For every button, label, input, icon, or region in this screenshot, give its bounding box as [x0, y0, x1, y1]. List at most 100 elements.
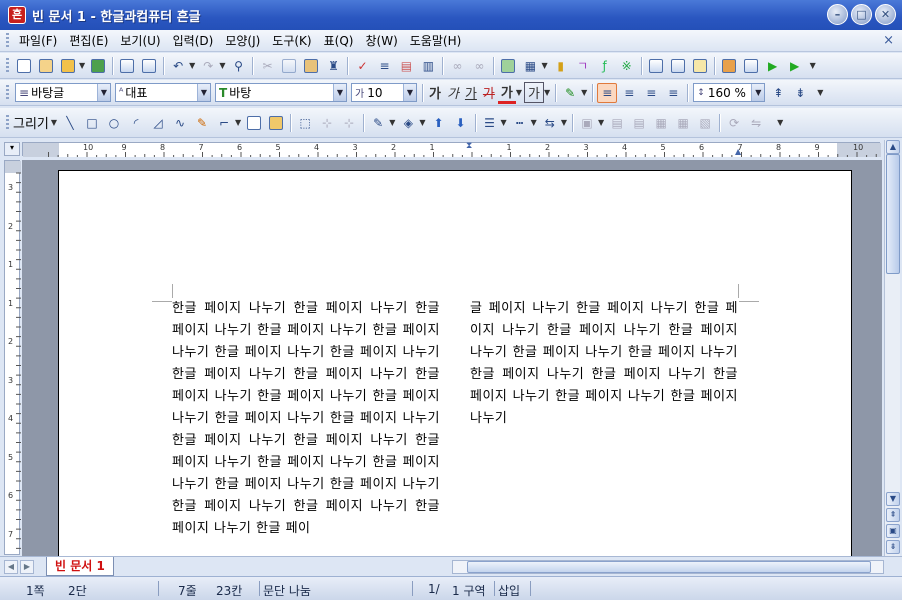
cut-icon[interactable]: ✂ — [257, 56, 277, 76]
scroll-up-icon[interactable]: ▲ — [886, 140, 900, 154]
close-window-button[interactable]: ✕ — [875, 4, 896, 25]
align-center-icon[interactable]: ≡ — [641, 83, 661, 103]
text-align-icon[interactable]: ≡ — [374, 56, 394, 76]
menu-window[interactable]: 창(W) — [359, 32, 403, 49]
presentation-icon[interactable] — [741, 56, 761, 76]
spell-check-icon[interactable]: ✓ — [352, 56, 372, 76]
toolbar-grip-icon[interactable] — [6, 32, 9, 49]
formula-icon[interactable]: ƒ — [595, 56, 615, 76]
arc-tool-icon[interactable]: ◜ — [126, 113, 146, 133]
toolbar-grip-icon[interactable] — [6, 114, 9, 131]
rotate-icon[interactable]: ⟳ — [724, 113, 744, 133]
find-icon[interactable]: ⚲ — [228, 56, 248, 76]
font-color-button[interactable]: 가 — [497, 82, 516, 104]
align-right-icon[interactable]: ≡ — [663, 83, 683, 103]
maximize-button[interactable]: □ — [851, 4, 872, 25]
style-select[interactable]: ≡ 바탕글 ▼ — [15, 83, 111, 102]
insert-table-icon[interactable]: ▦ — [520, 56, 540, 76]
minimize-button[interactable]: – — [827, 4, 848, 25]
symbol-icon[interactable]: ※ — [617, 56, 637, 76]
save-icon[interactable] — [88, 56, 108, 76]
language-select[interactable]: ᴬ 대표 ▼ — [115, 83, 211, 102]
align-objects-icon[interactable]: ▤ — [607, 113, 627, 133]
undo-icon[interactable]: ↶ — [168, 56, 188, 76]
ellipse-tool-icon[interactable]: ○ — [104, 113, 124, 133]
tab-next-icon[interactable]: ▶ — [20, 560, 34, 574]
menu-insert[interactable]: 입력(D) — [167, 32, 220, 49]
char-shade-button[interactable]: 가 — [524, 82, 544, 103]
align-left-icon[interactable]: ≡ — [619, 83, 639, 103]
toolbar-grip-icon[interactable] — [6, 84, 9, 101]
text-column-1[interactable]: 한글 페이지 나누기 한글 페이지 나누기 한글 페이지 나누기 한글 페이지 … — [172, 298, 440, 540]
chevron-down-icon[interactable]: ▼ — [333, 84, 346, 101]
scroll-down-icon[interactable]: ▼ — [886, 492, 900, 506]
menu-tools[interactable]: 도구(K) — [266, 32, 317, 49]
dictionary-icon[interactable]: ▤ — [396, 56, 416, 76]
fill-color-icon[interactable]: ◈ — [398, 113, 418, 133]
scrapbook-icon[interactable] — [719, 56, 739, 76]
menu-edit[interactable]: 편집(E) — [63, 32, 114, 49]
italic-button[interactable]: 가 — [444, 83, 462, 102]
template-icon[interactable] — [36, 56, 56, 76]
chevron-down-icon[interactable]: ▼ — [751, 84, 765, 101]
horizontal-ruler[interactable]: 10 9 8 7 6 5 4 3 2 1 1 2 3 4 5 6 7 8 9 10 ⧗ ▲ — [22, 141, 881, 157]
draw-menu-label[interactable]: 그리기 — [13, 113, 49, 132]
insert-picture-icon[interactable] — [498, 56, 518, 76]
pencil-tool-icon[interactable]: ✎ — [192, 113, 212, 133]
select-objects-icon[interactable]: ⬚ — [295, 113, 315, 133]
document-area[interactable]: 한글 페이지 나누기 한글 페이지 나누기 한글 페이지 나누기 한글 페이지 … — [22, 160, 882, 556]
next-page-icon[interactable]: ⇟ — [886, 540, 900, 554]
print-icon[interactable] — [117, 56, 137, 76]
bold-button[interactable]: 가 — [426, 83, 444, 102]
group-icon[interactable]: ⊹ — [317, 113, 337, 133]
strikethrough-button[interactable]: 가 — [480, 83, 498, 102]
line-tool-icon[interactable]: ╲ — [60, 113, 80, 133]
unlink-icon[interactable]: ∞ — [469, 56, 489, 76]
page-nav-icon[interactable]: ▣ — [886, 524, 900, 538]
macro-play-2-icon[interactable]: ▶ — [785, 56, 805, 76]
menu-file[interactable]: 파일(F) — [13, 32, 63, 49]
menu-format[interactable]: 모양(J) — [219, 32, 266, 49]
horizontal-scroll-thumb[interactable] — [467, 561, 871, 573]
align-justify-icon[interactable]: ≡ — [597, 82, 618, 103]
crop-icon[interactable]: ▦ — [673, 113, 693, 133]
tab-prev-icon[interactable]: ◀ — [4, 560, 18, 574]
decrease-spacing-icon[interactable]: ⇟ — [790, 83, 810, 103]
distribute-icon[interactable]: ▤ — [629, 113, 649, 133]
hwp-app-icon[interactable]: 흔 — [8, 6, 26, 24]
paste-icon[interactable] — [301, 56, 321, 76]
new-document-icon[interactable] — [14, 56, 34, 76]
arrow-style-icon[interactable]: ⇆ — [540, 113, 560, 133]
line-spacing-select[interactable]: ↕ 160 % ▼ — [693, 83, 766, 102]
tab-document-1[interactable]: 빈 문서 1 — [46, 557, 114, 576]
send-back-icon[interactable]: ⬇ — [451, 113, 471, 133]
format-painter-icon[interactable]: ♜ — [323, 56, 343, 76]
memo-icon[interactable] — [690, 56, 710, 76]
polygon-tool-icon[interactable]: ◿ — [148, 113, 168, 133]
vertical-ruler[interactable]: 3 2 1 1 2 3 4 5 6 7 — [4, 160, 21, 555]
right-indent-marker-icon[interactable]: ▲ — [735, 147, 741, 156]
horizontal-scrollbar[interactable] — [452, 560, 884, 574]
bring-front-icon[interactable]: ⬆ — [429, 113, 449, 133]
increase-spacing-icon[interactable]: ⇞ — [768, 83, 788, 103]
vertical-scrollbar[interactable]: ▲ ▼ ⇞ ▣ ⇟ — [884, 140, 900, 556]
flip-icon[interactable]: ⇋ — [746, 113, 766, 133]
highlighter-icon[interactable]: ✎ — [560, 83, 580, 103]
chevron-down-icon[interactable]: ▼ — [403, 84, 416, 101]
menu-view[interactable]: 보기(U) — [114, 32, 166, 49]
shadow-icon[interactable]: ▣ — [577, 113, 597, 133]
chevron-down-icon[interactable]: ▼ — [197, 84, 210, 101]
curve-tool-icon[interactable]: ∿ — [170, 113, 190, 133]
copy-icon[interactable] — [279, 56, 299, 76]
close-document-icon[interactable]: × — [883, 33, 894, 48]
textbox-tool-icon[interactable] — [244, 113, 264, 133]
hangul-art-icon[interactable]: ㄱ — [573, 56, 593, 76]
open-folder-icon[interactable] — [58, 56, 78, 76]
ungroup-icon[interactable]: ⊹ — [339, 113, 359, 133]
line-style-icon[interactable]: ┅ — [510, 113, 530, 133]
mail-merge-icon[interactable] — [668, 56, 688, 76]
macro-play-1-icon[interactable]: ▶ — [763, 56, 783, 76]
hanja-icon[interactable] — [646, 56, 666, 76]
font-select[interactable]: T 바탕 ▼ — [215, 83, 347, 102]
scroll-thumb[interactable] — [886, 154, 900, 274]
